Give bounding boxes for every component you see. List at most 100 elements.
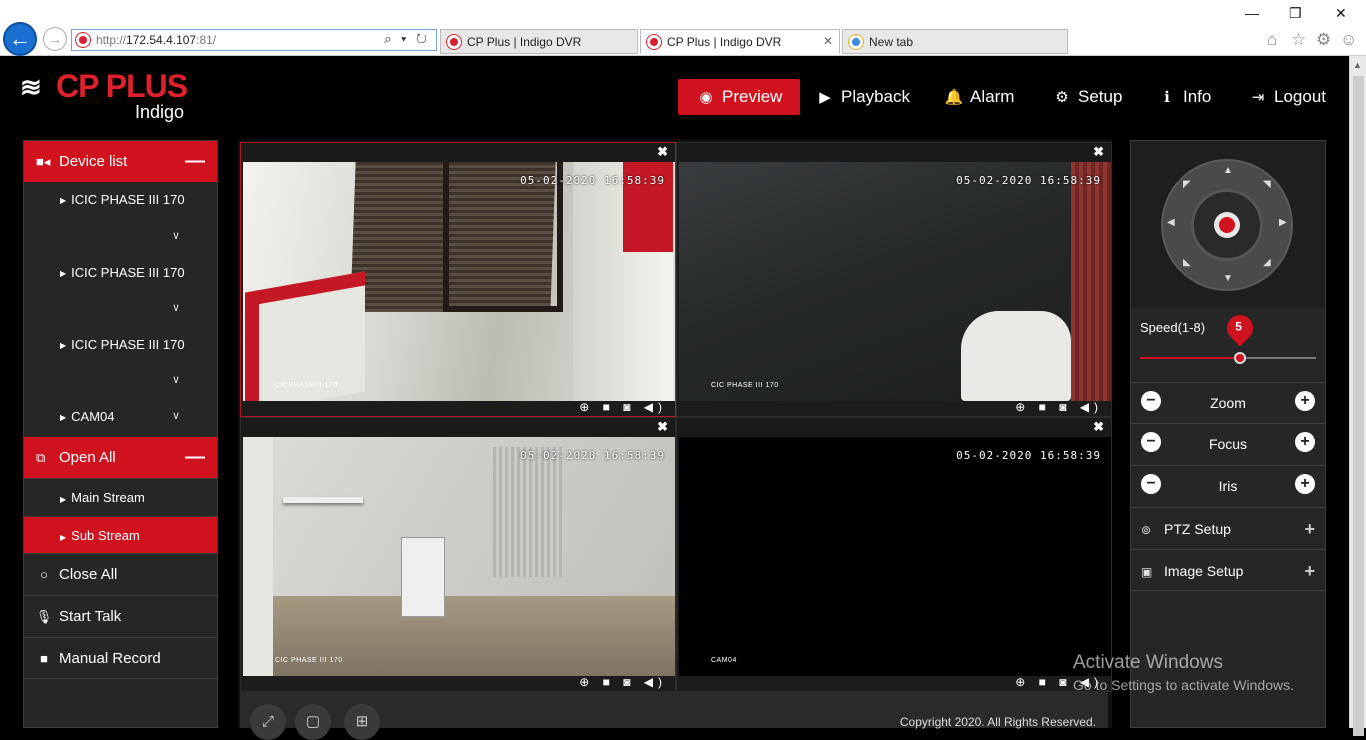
nav-label: Logout — [1274, 87, 1326, 106]
ptz-center-button[interactable] — [1214, 212, 1240, 238]
speed-label: Speed(1-8) — [1140, 320, 1206, 335]
brand-subtitle: Indigo — [135, 102, 185, 122]
speed-slider-handle[interactable] — [1234, 352, 1246, 364]
quad-view-icon[interactable]: ⊞ — [344, 704, 380, 740]
activate-windows-watermark: Activate Windows Go to Settings to activ… — [1073, 652, 1294, 693]
device-item[interactable]: ▶ ICIC PHASE III 170 — [24, 265, 217, 280]
expand-plus-icon[interactable]: + — [1304, 550, 1315, 592]
browser-tab-active[interactable]: CP Plus | Indigo DVR ✕ — [640, 29, 840, 54]
video-grid: ✖ 05-02-2020 16:58:39 CICPHASEIII 170 ⊕ … — [238, 140, 1112, 740]
close-icon[interactable]: ✖ — [657, 144, 668, 160]
ptz-setup-row[interactable]: ⊚ PTZ Setup + — [1131, 507, 1325, 549]
feed-wall-shape — [1071, 162, 1111, 401]
arrow-down-icon[interactable]: ▼ — [1223, 273, 1233, 284]
speed-slider[interactable]: 5 — [1140, 309, 1316, 364]
cell-controls-icon[interactable]: ⊕ ■ ◙ ◀) — [1015, 400, 1103, 414]
close-icon[interactable]: ✖ — [1093, 419, 1104, 435]
feed-box-shape — [401, 537, 445, 617]
chevron-down-icon[interactable]: ∨ — [172, 229, 180, 242]
manual-record-button[interactable]: ■ Manual Record — [24, 637, 217, 679]
device-item[interactable]: ▶ ICIC PHASE III 170 — [24, 337, 217, 352]
chevron-down-icon[interactable]: ∨ — [172, 373, 180, 386]
brand-name: CP PLUS — [56, 68, 188, 104]
arrow-down-right-icon[interactable]: ◢ — [1263, 257, 1271, 268]
main-stream-option[interactable]: ▶ Main Stream — [24, 478, 217, 516]
page-scrollbar[interactable]: ▲ — [1349, 56, 1366, 736]
video-cell[interactable]: ✖ 05-02-2020 16:58:39 CAM04 ⊕ ■ ◙ ◀) — [676, 417, 1112, 692]
open-all-header[interactable]: ⧉ Open All — — [24, 437, 217, 478]
nav-preview[interactable]: ◉ Preview — [678, 79, 801, 115]
zoom-plus-icon[interactable]: + — [1295, 391, 1315, 411]
iris-plus-icon[interactable]: + — [1295, 474, 1315, 494]
camera-name-overlay: CIC PHASE III 170 — [711, 382, 779, 389]
collapse-minus-icon[interactable]: — — [185, 437, 205, 478]
nav-label: Playback — [841, 87, 910, 106]
arrow-down-left-icon[interactable]: ◣ — [1183, 257, 1191, 268]
minimize-button[interactable]: — — [1245, 5, 1259, 21]
cell-title-bar: ✖ — [241, 418, 675, 436]
address-url[interactable]: http://172.54.4.107:81/ — [96, 33, 216, 47]
arrow-up-right-icon[interactable]: ◥ — [1263, 179, 1271, 190]
forward-button[interactable]: → — [43, 27, 67, 51]
cell-title-bar: ✖ — [241, 143, 675, 161]
restore-button[interactable]: ❐ — [1289, 5, 1302, 22]
camera-name-overlay: CIC PHASE III 170 — [275, 657, 343, 664]
camera-feed[interactable]: 05-02-2020 16:58:39 CICPHASEIII 170 — [243, 162, 675, 401]
scroll-up-icon[interactable]: ▲ — [1353, 60, 1362, 70]
ie-favicon-icon — [849, 35, 863, 49]
video-cell[interactable]: ✖ 05-02-2020 16:58:39 CICPHASEIII 170 ⊕ … — [240, 142, 676, 417]
close-icon[interactable]: ✖ — [657, 419, 668, 435]
zoom-control: − Zoom + — [1131, 382, 1325, 423]
focus-plus-icon[interactable]: + — [1295, 432, 1315, 452]
nav-label: Setup — [1078, 87, 1123, 106]
camera-name-overlay: CAM04 — [711, 657, 737, 664]
expand-plus-icon[interactable]: + — [1304, 508, 1315, 550]
nav-playback[interactable]: ▶ Playback — [815, 79, 910, 115]
nav-info[interactable]: ℹ Info — [1157, 79, 1211, 115]
close-icon[interactable]: ✖ — [1093, 144, 1104, 160]
fullscreen-icon[interactable]: ⤢ — [250, 704, 286, 740]
scrollbar-thumb[interactable] — [1353, 76, 1364, 736]
close-all-button[interactable]: ○ Close All — [24, 553, 217, 595]
home-icon[interactable]: ⌂ — [1267, 30, 1277, 50]
device-item[interactable]: ▶ ICIC PHASE III 170 — [24, 192, 217, 207]
ptz-dial-inner — [1191, 189, 1263, 261]
browser-tab-new[interactable]: New tab — [842, 29, 1068, 54]
nav-alarm[interactable]: 🔔 Alarm — [944, 79, 1015, 115]
cell-controls-icon[interactable]: ⊕ ■ ◙ ◀) — [579, 675, 667, 689]
image-setup-row[interactable]: ▣ Image Setup + — [1131, 549, 1325, 591]
device-list-header[interactable]: ■◂ Device list — — [24, 141, 217, 182]
back-button[interactable]: ← — [3, 22, 37, 56]
nav-logout[interactable]: ⇥ Logout — [1248, 79, 1326, 115]
settings-gear-icon[interactable]: ⚙ — [1316, 30, 1331, 50]
single-view-icon[interactable]: ▢ — [295, 704, 331, 740]
device-item[interactable]: ▶ CAM04 — [24, 409, 217, 424]
address-tools-icon[interactable]: ⌕ ▾ ↻ — [384, 31, 430, 47]
arrow-left-icon[interactable]: ◀ — [1167, 217, 1175, 228]
video-timestamp: 05-02-2020 16:58:39 — [520, 449, 665, 462]
nav-setup[interactable]: ⚙ Setup — [1052, 79, 1122, 115]
cell-title-bar: ✖ — [677, 418, 1111, 436]
sub-stream-option[interactable]: ▶ Sub Stream — [24, 516, 217, 554]
tab-close-icon[interactable]: ✕ — [823, 34, 833, 48]
video-cell[interactable]: ✖ 05-02-2020 16:58:39 CIC PHASE III 170 … — [240, 417, 676, 692]
arrow-up-icon[interactable]: ▲ — [1223, 165, 1233, 176]
camera-feed[interactable]: 05-02-2020 16:58:39 CIC PHASE III 170 — [679, 162, 1111, 401]
arrow-up-left-icon[interactable]: ◤ — [1183, 179, 1191, 190]
close-window-button[interactable]: ✕ — [1335, 5, 1347, 22]
collapse-minus-icon[interactable]: — — [185, 141, 205, 182]
chevron-down-icon[interactable]: ∨ — [172, 301, 180, 314]
start-talk-button[interactable]: 🎙 Start Talk — [24, 595, 217, 637]
cell-controls-icon[interactable]: ⊕ ■ ◙ ◀) — [579, 400, 667, 414]
feedback-smiley-icon[interactable]: ☺ — [1340, 30, 1357, 50]
arrow-right-icon[interactable]: ▶ — [1279, 217, 1287, 228]
address-bar[interactable]: http://172.54.4.107:81/ ⌕ ▾ ↻ — [71, 29, 437, 51]
camera-feed[interactable]: 05-02-2020 16:58:39 CIC PHASE III 170 — [243, 437, 675, 676]
camera-feed[interactable]: 05-02-2020 16:58:39 CAM04 — [679, 437, 1111, 676]
chevron-down-icon[interactable]: ∨ — [172, 409, 180, 422]
video-cell[interactable]: ✖ 05-02-2020 16:58:39 CIC PHASE III 170 … — [676, 142, 1112, 417]
browser-tab[interactable]: CP Plus | Indigo DVR — [440, 29, 638, 54]
favorites-star-icon[interactable]: ☆ — [1291, 30, 1306, 50]
info-icon: ℹ — [1164, 89, 1170, 106]
ptz-direction-dial[interactable]: ▲ ▼ ◀ ▶ ◤ ◥ ◣ ◢ — [1161, 159, 1293, 291]
